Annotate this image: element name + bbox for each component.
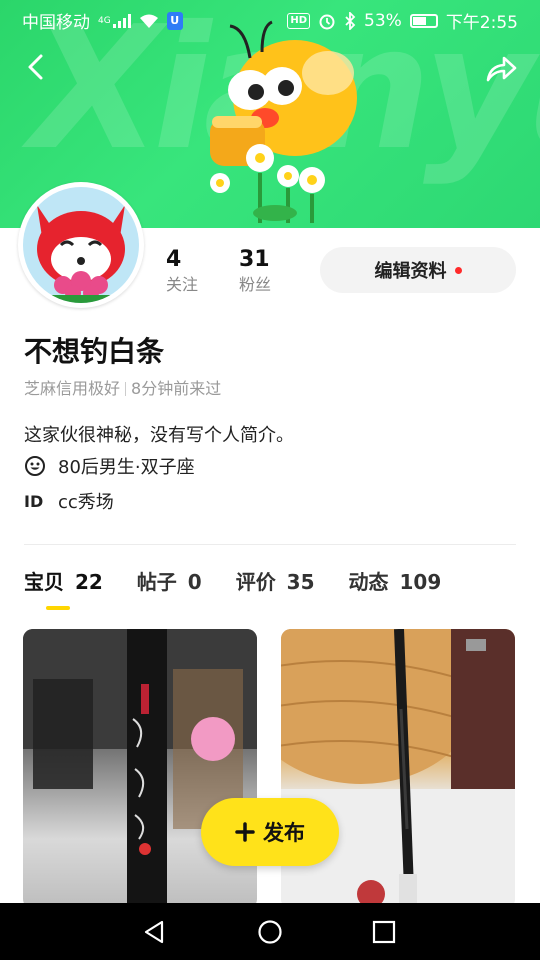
following-stat[interactable]: 4 关注 [166,246,198,296]
credit-rating: 芝麻信用极好 [24,379,121,398]
item-photo [23,629,257,909]
notification-dot [454,266,462,274]
share-icon[interactable] [484,52,518,86]
item-photo [281,629,515,909]
status-time: 下午2:55 [445,13,518,33]
divider [24,544,516,545]
carrier-name: 中国移动 [22,13,90,33]
id-row: ID cc秀场 [24,488,114,514]
signal-icon [112,13,131,28]
edit-profile-button[interactable]: 编辑资料 [320,247,516,293]
credit-line: 芝麻信用极好 8分钟前来过 [24,375,221,399]
tab-activity[interactable]: 动态 109 [349,566,442,595]
nav-recents-icon[interactable] [372,920,396,944]
tab-items-count: 22 [74,570,103,594]
tab-reviews[interactable]: 评价 35 [236,566,315,595]
wifi-icon [139,14,158,28]
network-type: 4G [98,15,111,26]
demographic-text: 80后男生·双子座 [58,457,195,478]
active-tab-indicator [46,606,70,610]
demographic-row: 80后男生·双子座 [24,453,195,479]
tab-reviews-label: 评价 [235,570,276,594]
username: 不想钓白条 [24,335,165,368]
tab-reviews-count: 35 [286,570,315,594]
tab-items[interactable]: 宝贝 22 [24,566,103,610]
publish-label: 发布 [263,822,305,845]
tab-posts-count: 0 [187,570,202,594]
avatar-image [23,187,139,303]
profile-tabs: 宝贝 22 帖子 0 评价 35 动态 109 [24,566,442,610]
following-label: 关注 [166,275,199,294]
tab-posts[interactable]: 帖子 0 [137,566,202,595]
followers-label: 粉丝 [239,275,272,294]
separator [125,382,127,396]
edit-profile-label: 编辑资料 [374,261,447,281]
back-icon[interactable] [22,52,52,82]
nav-back-icon[interactable] [142,919,168,945]
smile-icon [25,456,45,476]
nav-home-icon[interactable] [257,919,283,945]
battery-icon [409,13,438,28]
item-card[interactable] [281,629,515,909]
item-card[interactable] [23,629,257,909]
plus-icon [235,822,255,842]
followers-count: 31 [239,247,270,272]
tab-activity-count: 109 [399,570,442,594]
shield-icon: U [166,11,183,30]
bio-text: 这家伙很神秘，没有写个人简介。 [24,425,294,446]
id-label: ID [24,491,44,511]
avatar[interactable] [18,182,144,308]
system-nav-bar [0,903,540,960]
tab-items-label: 宝贝 [24,570,64,594]
publish-button[interactable]: 发布 [201,798,339,866]
followers-stat[interactable]: 31 粉丝 [239,246,271,296]
mascot-illustration [210,20,357,223]
following-count: 4 [166,247,182,272]
last-seen: 8分钟前来过 [131,379,222,398]
tab-activity-label: 动态 [348,570,389,594]
id-value: cc秀场 [58,492,114,513]
tab-posts-label: 帖子 [136,570,177,594]
